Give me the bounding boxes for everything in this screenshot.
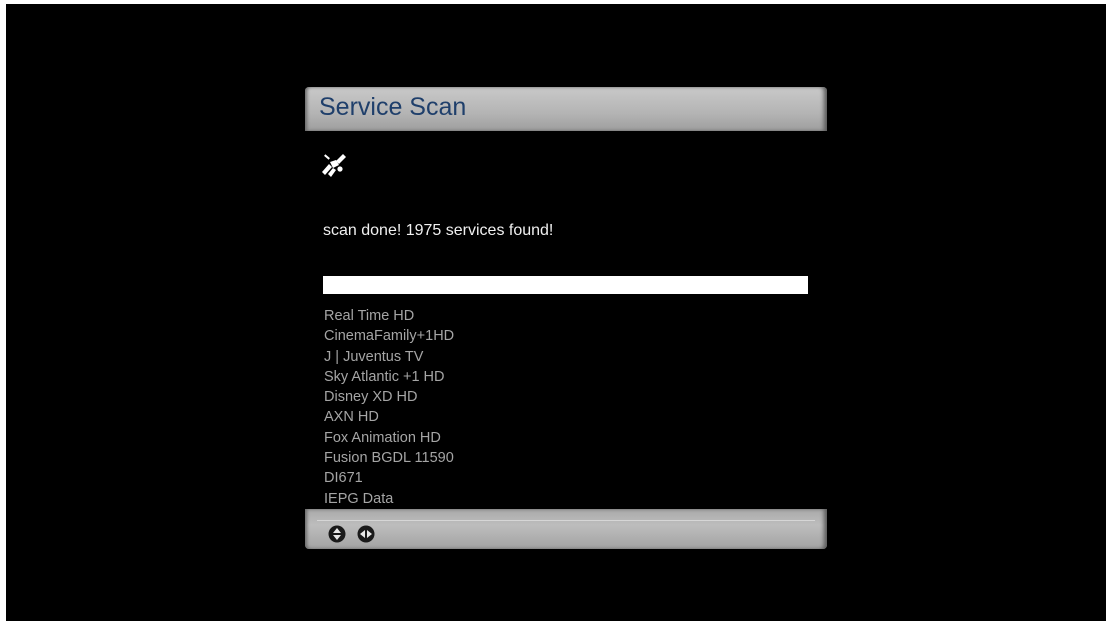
satellite-icon <box>320 153 348 179</box>
service-list-item: Real Time HD <box>324 308 415 324</box>
service-scan-dialog: Service Scan scan done! 1975 services fo… <box>305 87 827 549</box>
service-list-item: AXN HD <box>324 409 379 426</box>
service-list-item: Fox Animation HD <box>324 429 441 446</box>
dialog-title: Service Scan <box>319 93 467 121</box>
service-list-item: J | Juventus TV <box>324 348 424 365</box>
tv-screen: Service Scan scan done! 1975 services fo… <box>6 4 1106 621</box>
scan-progress-bar <box>323 276 808 294</box>
scan-progress-fill <box>323 276 808 294</box>
service-list-item: Sky Atlantic +1 HD <box>324 368 445 385</box>
up-down-arrows-icon[interactable] <box>328 525 346 543</box>
service-list-item: Fusion BGDL 11590 <box>324 450 454 467</box>
button-bar <box>305 509 827 549</box>
service-list-item: CinemaFamily+1HD <box>324 328 455 345</box>
found-services-list: Real Time HD CinemaFamily+1HD J | Juventus… <box>324 306 454 509</box>
button-bar-divider <box>317 520 815 521</box>
title-bar: Service Scan <box>305 87 827 131</box>
service-list-item: Disney XD HD <box>324 389 418 406</box>
scan-status-text: scan done! 1975 services found! <box>323 222 554 239</box>
service-list-item: DI671 <box>324 470 363 487</box>
left-right-arrows-icon[interactable] <box>357 525 375 543</box>
service-list-item: IEPG Data <box>324 490 394 507</box>
